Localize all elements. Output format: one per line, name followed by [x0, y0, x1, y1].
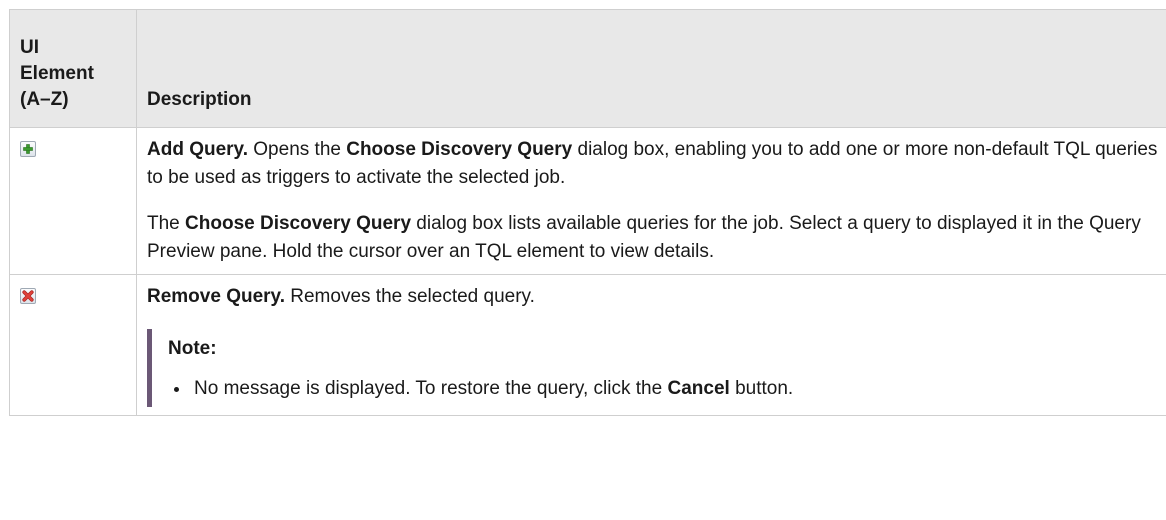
- remove-icon: [20, 288, 36, 304]
- table-row: Remove Query. Removes the selected query…: [9, 274, 1166, 416]
- description-text: Opens the: [248, 139, 347, 160]
- header-description: Description: [136, 9, 1166, 128]
- remove-query-title: Remove Query.: [147, 286, 285, 307]
- add-query-description: Add Query. Opens the Choose Discovery Qu…: [147, 136, 1166, 192]
- add-query-title: Add Query.: [147, 139, 248, 160]
- dialog-name: Choose Discovery Query: [346, 139, 573, 160]
- note-text: No message is displayed. To restore the …: [194, 378, 668, 399]
- ui-elements-table: UI Element (A–Z) Description Add Query. …: [9, 9, 1166, 416]
- description-cell: Add Query. Opens the Choose Discovery Qu…: [136, 127, 1166, 275]
- list-item: No message is displayed. To restore the …: [168, 375, 1166, 403]
- icon-cell: [9, 274, 137, 416]
- header-description-label: Description: [147, 89, 252, 110]
- description-text: Removes the selected query.: [284, 286, 535, 307]
- note-block: Note: No message is displayed. To restor…: [147, 329, 1166, 407]
- dialog-description: The Choose Discovery Query dialog box li…: [147, 210, 1166, 266]
- dialog-name: Choose Discovery Query: [185, 213, 412, 234]
- note-list: No message is displayed. To restore the …: [168, 375, 1166, 403]
- bullet-icon: [174, 387, 179, 392]
- add-icon: [20, 141, 36, 157]
- note-title: Note:: [168, 338, 217, 359]
- header-ui-element-line2: Element: [20, 63, 94, 84]
- table-row: Add Query. Opens the Choose Discovery Qu…: [9, 127, 1166, 275]
- description-cell: Remove Query. Removes the selected query…: [136, 274, 1166, 416]
- icon-cell: [9, 127, 137, 275]
- remove-query-description: Remove Query. Removes the selected query…: [147, 283, 1166, 311]
- table-header-row: UI Element (A–Z) Description: [9, 9, 1166, 128]
- description-text: The: [147, 213, 186, 234]
- header-ui-element: UI Element (A–Z): [9, 9, 137, 128]
- note-text: button.: [729, 378, 794, 399]
- header-ui-element-line3: (A–Z): [20, 89, 69, 110]
- header-ui-element-line1: UI: [20, 37, 39, 58]
- cancel-button-name: Cancel: [667, 378, 730, 399]
